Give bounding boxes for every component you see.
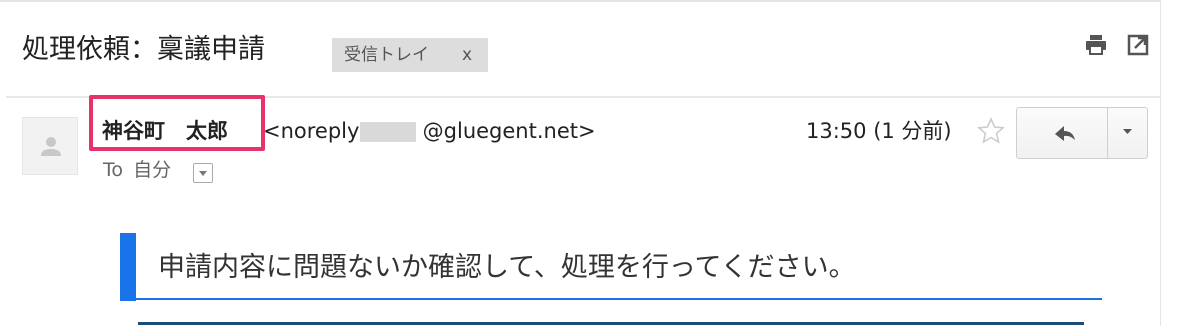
more-actions-button[interactable]	[1108, 108, 1147, 158]
remove-label-button[interactable]: x	[462, 38, 472, 72]
inbox-label-chip[interactable]: 受信トレイ x	[332, 38, 488, 72]
message-time: 13:50 (1 分前)	[806, 119, 952, 143]
top-divider	[0, 0, 1160, 2]
body-section-rule	[138, 322, 1084, 325]
sender-avatar	[22, 117, 78, 175]
email-view: 処理依頼：稟議申請 受信トレイ x 神谷町 太郎 <noreply- @glueg…	[0, 0, 1178, 326]
recipient-name: 自分	[133, 159, 172, 181]
print-icon[interactable]	[1084, 33, 1108, 57]
recipient-line: To 自分	[103, 157, 171, 183]
label-name: 受信トレイ	[344, 45, 429, 65]
sender-email-suffix: @gluegent.net>	[422, 119, 596, 143]
body-notice-text: 申請内容に問題ないか確認して、処理を行ってください。	[158, 252, 856, 283]
reply-button[interactable]	[1017, 108, 1107, 158]
chevron-down-icon	[199, 171, 207, 176]
notice-accent-bar	[120, 233, 136, 301]
sender-name[interactable]: 神谷町 太郎	[102, 116, 228, 146]
reply-button-group	[1016, 107, 1148, 159]
right-divider	[1160, 0, 1161, 326]
reply-icon	[1055, 126, 1075, 141]
new-window-icon[interactable]	[1126, 33, 1150, 57]
sender-email-prefix: <noreply-	[263, 119, 367, 143]
sender-email: <noreply- @gluegent.net>	[263, 116, 596, 146]
recipient-details-dropdown[interactable]	[193, 163, 213, 183]
email-subject: 処理依頼：稟議申請	[22, 34, 265, 65]
email-redaction	[360, 122, 416, 142]
notice-underline	[136, 298, 1102, 300]
to-label: To	[103, 159, 124, 181]
chevron-down-icon	[1123, 129, 1132, 134]
star-icon[interactable]	[976, 116, 1006, 146]
person-icon	[41, 137, 61, 156]
